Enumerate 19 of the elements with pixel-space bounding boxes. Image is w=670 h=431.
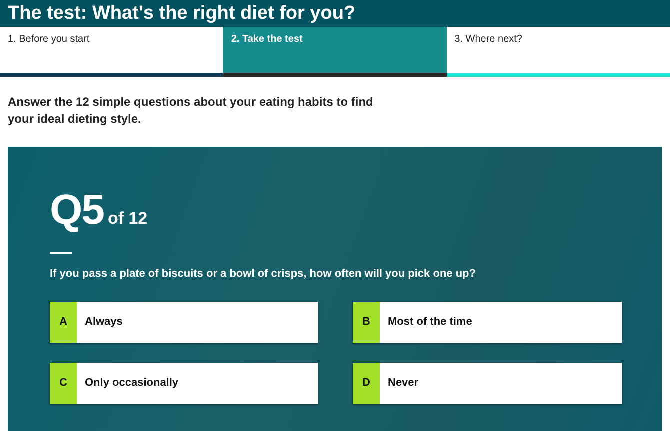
option-letter: D [353,363,380,404]
option-label: Always [85,315,123,330]
option-label: Never [388,376,419,392]
question-text: If you pass a plate of biscuits or a bowl of crisps, how often will you pick one up? [50,266,477,282]
option-letter: A [50,302,77,343]
question-count: of 12 [108,208,148,230]
option-letter: B [353,302,380,343]
answer-option[interactable]: D Never [353,363,622,404]
answer-option[interactable]: C Only occasionally [50,363,318,404]
page-title: The test: What's the right diet for you? [8,4,356,23]
answer-option[interactable]: B Most of the time [353,302,622,343]
question-number: Q5 [50,189,104,231]
answer-option[interactable]: A Always [50,302,318,343]
option-label: Only occasionally [85,376,179,392]
option-label: Most of the time [388,315,472,330]
intro-text: Answer the 12 simple questions about your eating habits to find your ideal dieting style. [8,94,374,128]
step-tab[interactable]: 2. Take the test [223,27,447,77]
option-letter: C [50,363,77,404]
divider-line [50,252,72,254]
